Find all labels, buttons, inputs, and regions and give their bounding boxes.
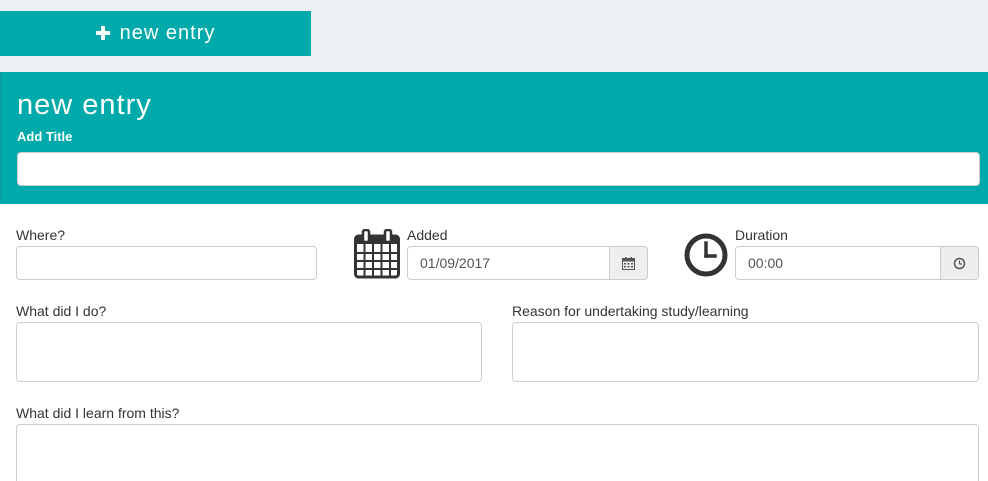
date-picker-button[interactable] xyxy=(610,246,648,280)
duration-group: 00:00 xyxy=(735,246,979,280)
where-label: Where? xyxy=(16,227,66,243)
calendar-icon xyxy=(354,229,400,279)
what-did-i-learn-label: What did I learn from this? xyxy=(16,405,180,421)
new-entry-button[interactable]: new entry xyxy=(0,11,311,56)
duration-input[interactable]: 00:00 xyxy=(735,246,941,280)
what-did-i-do-textarea[interactable] xyxy=(16,322,482,382)
new-entry-button-label: new entry xyxy=(119,22,216,44)
add-title-label: Add Title xyxy=(17,129,73,144)
clock-icon xyxy=(684,233,728,277)
what-did-i-do-label: What did I do? xyxy=(16,303,107,319)
plus-icon xyxy=(95,25,110,40)
reason-textarea[interactable] xyxy=(512,322,979,382)
entry-header-panel: new entry Add Title xyxy=(0,72,988,204)
title-input[interactable] xyxy=(17,152,980,186)
added-date-group: 01/09/2017 xyxy=(407,246,648,280)
clock-small-icon xyxy=(953,257,966,269)
added-label: Added xyxy=(407,227,448,243)
where-input[interactable] xyxy=(16,246,317,280)
what-did-i-learn-textarea[interactable] xyxy=(16,424,979,481)
added-date-input[interactable]: 01/09/2017 xyxy=(407,246,610,280)
reason-label: Reason for undertaking study/learning xyxy=(512,303,749,319)
panel-title: new entry xyxy=(17,89,152,121)
calendar-small-icon xyxy=(622,256,635,270)
time-picker-button[interactable] xyxy=(941,246,979,280)
duration-label: Duration xyxy=(735,227,788,243)
